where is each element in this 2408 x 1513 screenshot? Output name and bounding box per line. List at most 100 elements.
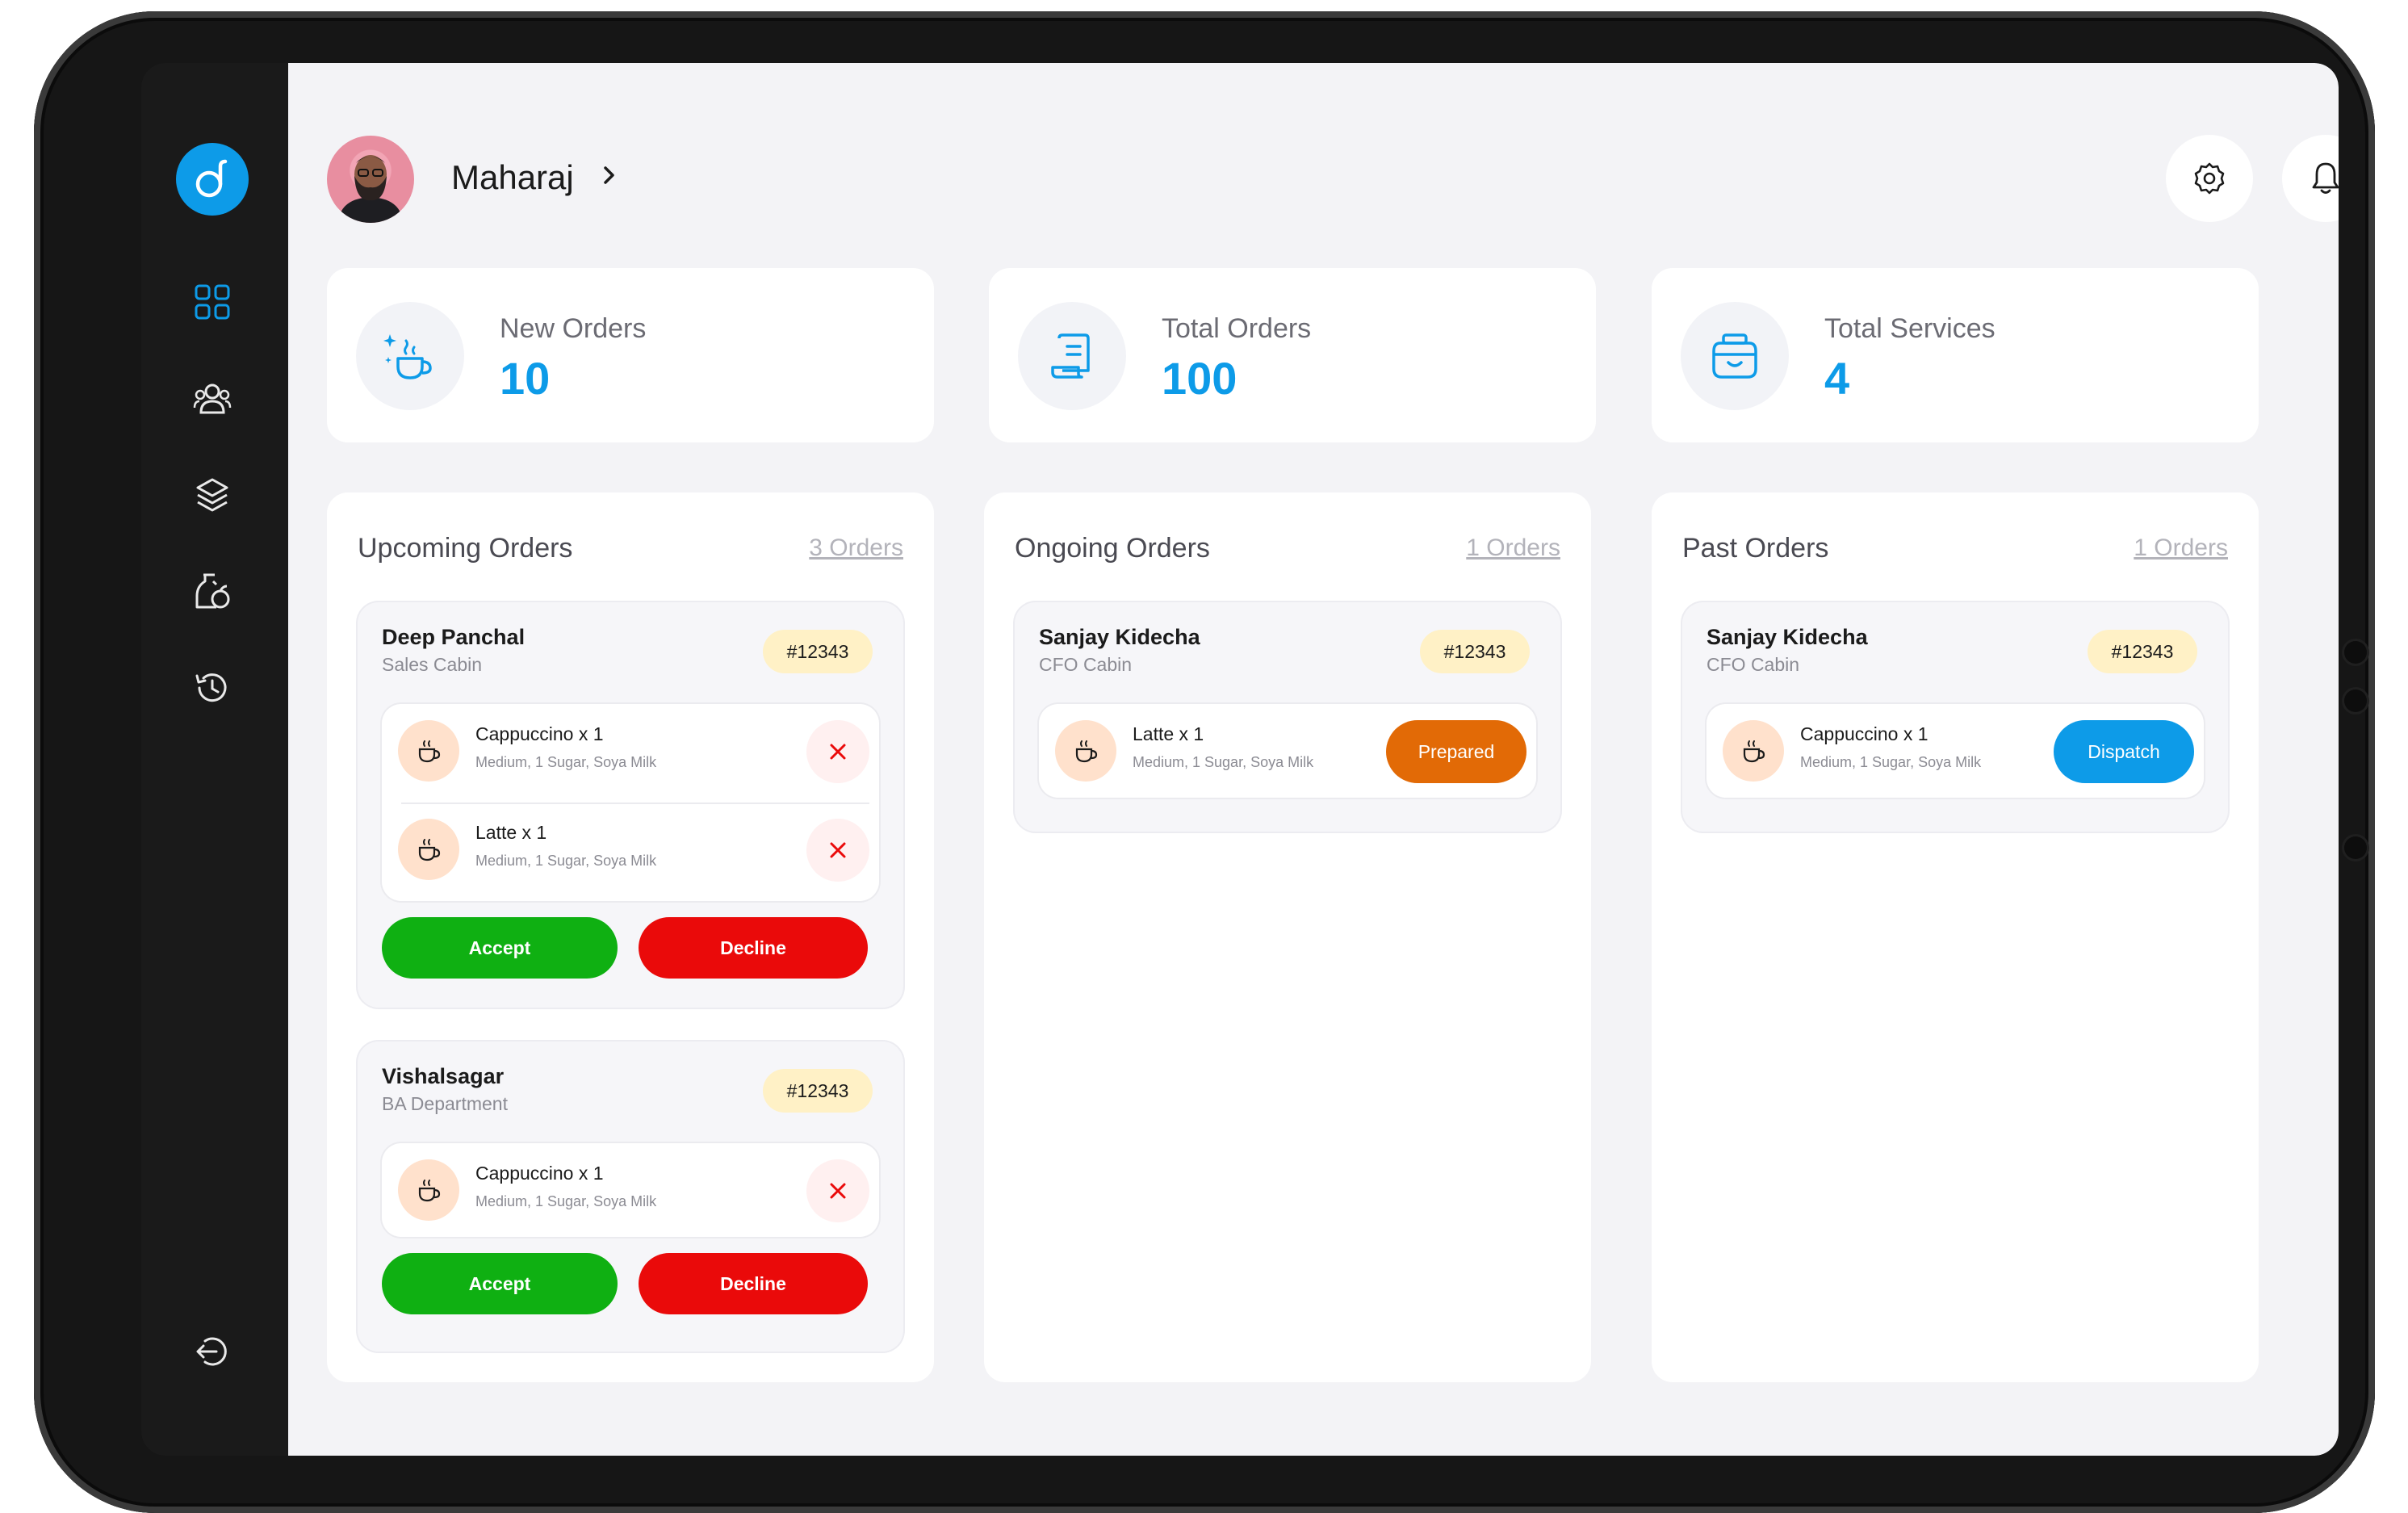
order-items: Cappuccino x 1 Medium, 1 Sugar, Soya Mil… bbox=[382, 704, 879, 901]
app-screen: Maharaj New Orders 10 Total Orders 100 T… bbox=[141, 63, 2339, 1456]
stat-card-total-services: Total Services 4 bbox=[1652, 268, 2259, 442]
services-icon bbox=[195, 573, 230, 609]
item-name: Latte x 1 bbox=[475, 822, 547, 843]
remove-item-button[interactable] bbox=[806, 819, 869, 882]
customer-department: CFO Cabin bbox=[1707, 654, 1800, 675]
accept-button[interactable]: Accept bbox=[382, 917, 618, 979]
order-id-badge: #12343 bbox=[763, 630, 873, 673]
main-content: Maharaj New Orders 10 Total Orders 100 T… bbox=[288, 63, 2339, 1456]
item-description: Medium, 1 Sugar, Soya Milk bbox=[475, 754, 657, 770]
receipt-icon bbox=[1051, 333, 1090, 379]
bell-icon bbox=[2312, 162, 2339, 194]
item-description: Medium, 1 Sugar, Soya Milk bbox=[1800, 754, 1982, 770]
order-card: Vishalsagar BA Department #12343 Cappucc… bbox=[358, 1041, 903, 1352]
nav-services[interactable] bbox=[191, 570, 233, 612]
remove-item-button[interactable] bbox=[806, 1159, 869, 1222]
item-name: Cappuccino x 1 bbox=[1800, 723, 1928, 744]
device-sensor bbox=[2344, 836, 2367, 859]
column-title: Past Orders bbox=[1682, 533, 1829, 564]
item-name: Cappuccino x 1 bbox=[475, 1163, 604, 1184]
order-items: Latte x 1 Medium, 1 Sugar, Soya Milk Pre… bbox=[1039, 704, 1536, 798]
tablet-frame: Maharaj New Orders 10 Total Orders 100 T… bbox=[34, 11, 2375, 1513]
upcoming-orders-column: Upcoming Orders 3 Orders Deep Panchal Sa… bbox=[327, 492, 934, 1382]
coffee-cup-icon bbox=[1723, 720, 1784, 782]
item-description: Medium, 1 Sugar, Soya Milk bbox=[475, 853, 657, 869]
order-id-badge: #12343 bbox=[1420, 630, 1530, 673]
avatar[interactable] bbox=[327, 136, 414, 223]
order-item: Cappuccino x 1 Medium, 1 Sugar, Soya Mil… bbox=[382, 704, 879, 803]
remove-item-button[interactable] bbox=[806, 720, 869, 783]
coffee-cup-icon bbox=[398, 1159, 459, 1221]
orders-count-link[interactable]: 3 Orders bbox=[809, 534, 903, 562]
order-id-badge: #12343 bbox=[2088, 630, 2197, 673]
customer-name: Sanjay Kidecha bbox=[1039, 625, 1200, 649]
nav-dashboard[interactable] bbox=[191, 281, 233, 323]
item-name: Cappuccino x 1 bbox=[475, 723, 604, 744]
order-items: Cappuccino x 1 Medium, 1 Sugar, Soya Mil… bbox=[382, 1143, 879, 1237]
item-description: Medium, 1 Sugar, Soya Milk bbox=[1133, 754, 1314, 770]
stat-card-total-orders: Total Orders 100 bbox=[989, 268, 1596, 442]
notifications-button[interactable] bbox=[2282, 135, 2339, 222]
orders-count-link[interactable]: 1 Orders bbox=[2134, 534, 2228, 562]
column-title: Upcoming Orders bbox=[358, 533, 573, 564]
stat-value: 100 bbox=[1162, 353, 1238, 404]
chevron-right-icon bbox=[604, 166, 614, 184]
order-item: Latte x 1 Medium, 1 Sugar, Soya Milk bbox=[382, 803, 879, 901]
orders-count-link[interactable]: 1 Orders bbox=[1466, 534, 1560, 562]
coffee-cup-icon bbox=[398, 720, 459, 782]
stat-card-new-orders: New Orders 10 bbox=[327, 268, 934, 442]
settings-button[interactable] bbox=[2166, 135, 2253, 222]
column-title: Ongoing Orders bbox=[1015, 533, 1210, 564]
order-item: Cappuccino x 1 Medium, 1 Sugar, Soya Mil… bbox=[1707, 704, 2204, 798]
item-name: Latte x 1 bbox=[1133, 723, 1204, 744]
customer-name: Vishalsagar bbox=[382, 1064, 505, 1088]
close-icon bbox=[830, 1183, 846, 1199]
nav-layers[interactable] bbox=[191, 474, 233, 516]
stat-label: New Orders bbox=[500, 313, 647, 344]
coffee-cup-icon bbox=[398, 819, 459, 880]
avatar-portrait bbox=[338, 155, 403, 223]
user-name[interactable]: Maharaj bbox=[451, 158, 574, 197]
close-icon bbox=[830, 744, 846, 760]
nav-logout[interactable] bbox=[191, 1331, 233, 1373]
prepared-button[interactable]: Prepared bbox=[1386, 720, 1526, 783]
stat-label: Total Services bbox=[1824, 313, 1995, 344]
decline-button[interactable]: Decline bbox=[639, 917, 868, 979]
coffee-sparkle-icon bbox=[383, 334, 432, 379]
history-icon bbox=[195, 673, 227, 702]
ongoing-orders-column: Ongoing Orders 1 Orders Sanjay Kidecha C… bbox=[984, 492, 1591, 1382]
customer-name: Sanjay Kidecha bbox=[1707, 625, 1868, 649]
users-icon bbox=[193, 383, 232, 414]
customer-name: Deep Panchal bbox=[382, 625, 526, 649]
nav-history[interactable] bbox=[191, 667, 233, 709]
order-item: Latte x 1 Medium, 1 Sugar, Soya Milk Pre… bbox=[1039, 704, 1536, 798]
customer-department: BA Department bbox=[382, 1093, 508, 1114]
dashboard-icon bbox=[195, 284, 230, 320]
item-description: Medium, 1 Sugar, Soya Milk bbox=[475, 1193, 657, 1209]
stat-label: Total Orders bbox=[1162, 313, 1312, 344]
order-items: Cappuccino x 1 Medium, 1 Sugar, Soya Mil… bbox=[1707, 704, 2204, 798]
logout-icon bbox=[196, 1337, 227, 1366]
stat-value: 4 bbox=[1824, 353, 1850, 404]
decline-button[interactable]: Decline bbox=[639, 1253, 868, 1314]
layers-icon bbox=[196, 478, 228, 512]
order-id-badge: #12343 bbox=[763, 1069, 873, 1113]
dispatch-button[interactable]: Dispatch bbox=[2054, 720, 2194, 783]
logo-d-icon bbox=[195, 159, 228, 198]
device-sensor bbox=[2344, 641, 2367, 664]
close-icon bbox=[830, 842, 846, 858]
user-menu-chevron[interactable] bbox=[600, 161, 619, 193]
device-sensor bbox=[2344, 689, 2367, 712]
gear-icon bbox=[2194, 162, 2225, 195]
nav-users[interactable] bbox=[191, 377, 233, 419]
stat-icon-wrap bbox=[356, 302, 464, 410]
customer-department: Sales Cabin bbox=[382, 654, 483, 675]
accept-button[interactable]: Accept bbox=[382, 1253, 618, 1314]
stat-value: 10 bbox=[500, 353, 551, 404]
app-logo[interactable] bbox=[176, 143, 249, 216]
order-card: Deep Panchal Sales Cabin #12343 Cappucci… bbox=[358, 602, 903, 1008]
jar-icon bbox=[1712, 333, 1757, 379]
order-item: Cappuccino x 1 Medium, 1 Sugar, Soya Mil… bbox=[382, 1143, 879, 1237]
stat-icon-wrap bbox=[1681, 302, 1789, 410]
customer-department: CFO Cabin bbox=[1039, 654, 1133, 675]
